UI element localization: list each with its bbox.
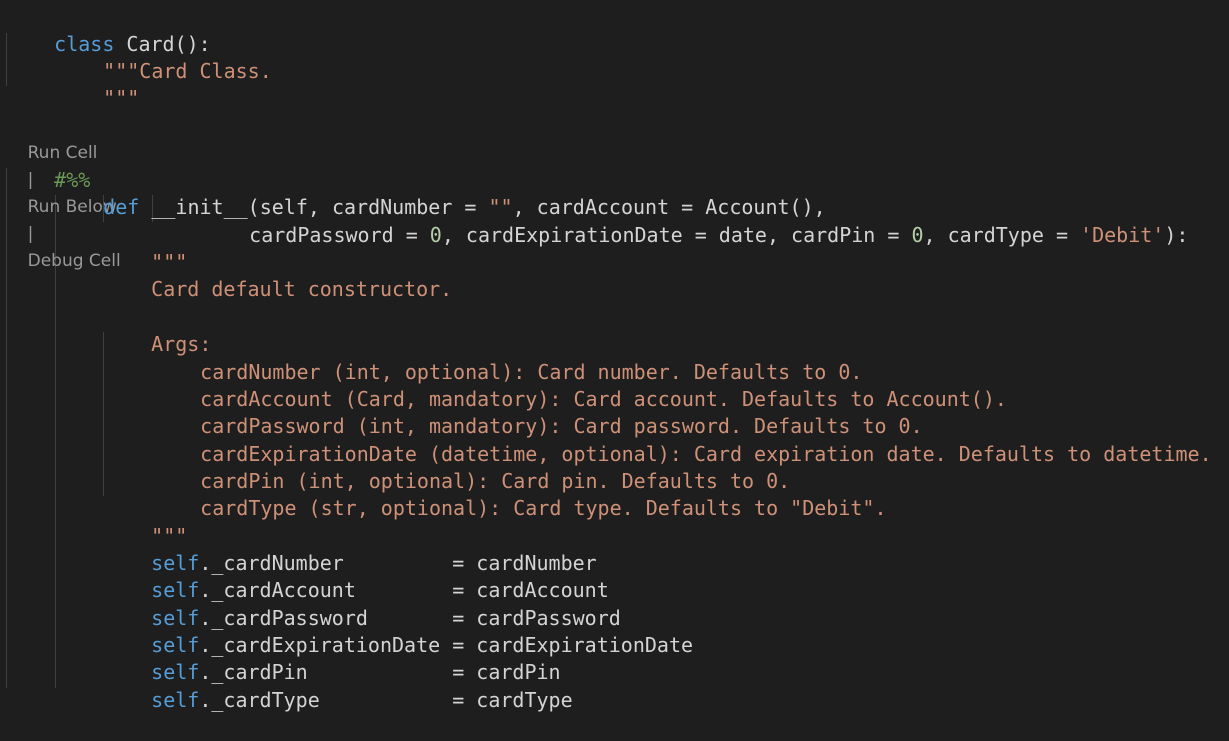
assignment-line[interactable]: self._cardPin = cardPin <box>103 632 560 684</box>
number-literal: 0 <box>429 223 442 247</box>
code-editor[interactable]: class Card(): """Card Class. """ Run Cel… <box>0 0 1229 712</box>
docstring-line[interactable]: """ <box>103 496 187 548</box>
docstring-line[interactable]: Card default constructor. <box>103 249 452 301</box>
codelens-bar: Run Cell | Run Below | Debug Cell <box>6 113 121 271</box>
docstring-line[interactable]: cardPassword (int, mandatory): Card pass… <box>152 386 922 438</box>
docstring-text: cardType (str, optional): Card type. Def… <box>200 496 887 520</box>
assignment-line[interactable]: self._cardExpirationDate = cardExpiratio… <box>103 605 693 657</box>
param-text: , cardType = <box>923 223 1081 247</box>
assignment-line[interactable]: self._cardPassword = cardPassword <box>103 578 621 630</box>
cell-marker-line[interactable]: #%% <box>6 140 90 192</box>
codelens-separator: | <box>27 224 34 244</box>
param-text: ): <box>1164 223 1189 247</box>
assignment-line[interactable]: self._cardNumber = cardNumber <box>103 523 597 575</box>
assignment-line[interactable]: self._cardType = cardType <box>103 660 572 712</box>
number-literal: 0 <box>911 223 924 247</box>
docstring-line[interactable]: """Card Class. <box>55 31 272 83</box>
code-line[interactable]: def __init__(self, cardNumber = "", card… <box>55 167 826 219</box>
docstring-line[interactable]: Args: <box>103 304 211 356</box>
docstring-line[interactable]: cardPin (int, optional): Card pin. Defau… <box>152 441 790 493</box>
code-line[interactable]: cardPassword = 0, cardExpirationDate = d… <box>201 195 1188 247</box>
assignment-text: ._cardType = cardType <box>199 688 573 712</box>
docstring-line[interactable]: cardType (str, optional): Card type. Def… <box>152 468 886 520</box>
docstring-line[interactable]: cardNumber (int, optional): Card number.… <box>152 332 862 384</box>
string-literal: 'Debit' <box>1080 223 1165 247</box>
docstring-text: Card default constructor. <box>151 277 453 301</box>
docstring-line[interactable]: """ <box>55 58 139 110</box>
param-text: cardPassword = <box>249 223 430 247</box>
assignment-line[interactable]: self._cardAccount = cardAccount <box>103 550 609 602</box>
docstring-line[interactable]: """ <box>103 222 187 274</box>
docstring-quote: """ <box>103 86 140 110</box>
param-text: , cardExpirationDate = date, cardPin = <box>441 223 912 247</box>
docstring-line[interactable]: cardExpirationDate (datetime, optional):… <box>152 414 1211 466</box>
self-keyword: self <box>151 688 200 712</box>
code-line[interactable]: class Card(): <box>6 4 211 56</box>
keyword-def: def <box>103 195 140 219</box>
docstring-line[interactable]: cardAccount (Card, mandatory): Card acco… <box>152 359 1007 411</box>
